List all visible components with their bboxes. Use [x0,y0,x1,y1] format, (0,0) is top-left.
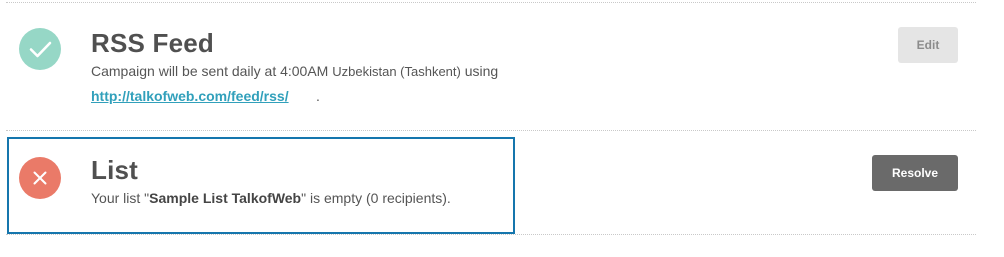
rss-schedule-text: Campaign will be sent daily at 4:00AM [91,63,329,79]
rss-feed-period: . [316,88,320,104]
check-icon [19,28,61,70]
campaign-checklist: RSS Feed Campaign will be sent daily at … [0,0,1004,257]
edit-button[interactable]: Edit [898,27,958,63]
list-description: Your list "Sample List TalkofWeb" is emp… [91,189,451,207]
divider [6,234,976,235]
close-icon [19,157,61,199]
rss-feed-url-link[interactable]: http://talkofweb.com/feed/rss/ [91,87,289,105]
divider [6,2,976,3]
list-description-prefix: Your list " [91,190,150,206]
list-title: List [91,155,139,185]
list-name: Sample List TalkofWeb [149,190,302,206]
rss-feed-description: Campaign will be sent daily at 4:00AM Uz… [91,62,498,81]
list-highlight-box [7,137,515,234]
list-description-suffix: " is empty (0 recipients). [301,190,451,206]
rss-timezone: Uzbekistan (Tashkent) [332,64,461,79]
rss-using-text: using [464,63,499,79]
divider [6,130,976,131]
resolve-button[interactable]: Resolve [872,155,958,191]
rss-feed-title: RSS Feed [91,28,214,58]
